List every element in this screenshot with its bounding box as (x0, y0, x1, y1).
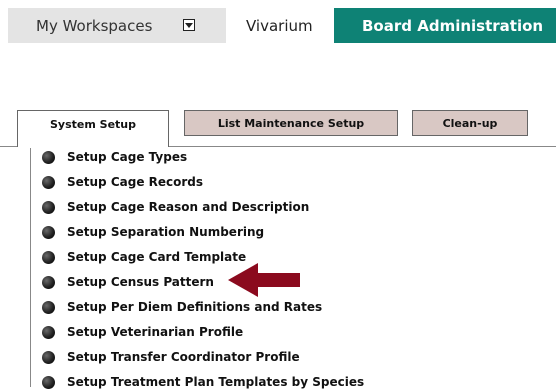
bullet-icon (42, 350, 55, 364)
bullet-icon (42, 275, 55, 289)
system-setup-list: Setup Cage Types Setup Cage Records Setu… (0, 147, 556, 389)
list-item-label: Setup Cage Reason and Description (67, 200, 310, 214)
top-navigation: My Workspaces Vivarium Board Administrat… (0, 0, 556, 46)
list-item-label: Setup Per Diem Definitions and Rates (67, 300, 323, 314)
list-item-setup-treatment-plan-templates[interactable]: Setup Treatment Plan Templates by Specie… (42, 372, 364, 392)
bullet-icon (42, 175, 55, 189)
list-item-setup-separation-numbering[interactable]: Setup Separation Numbering (42, 222, 264, 242)
list-item-label: Setup Cage Types (67, 150, 188, 164)
bullet-icon (42, 225, 55, 239)
list-item-label: Setup Separation Numbering (67, 225, 265, 239)
list-item-setup-cage-types[interactable]: Setup Cage Types (42, 147, 187, 167)
bullet-icon (42, 300, 55, 314)
left-arrow-icon (228, 263, 300, 297)
list-item-label: Setup Transfer Coordinator Profile (67, 350, 300, 364)
list-item-setup-census-pattern[interactable]: Setup Census Pattern (42, 272, 214, 292)
list-item-label: Setup Veterinarian Profile (67, 325, 244, 339)
list-border (30, 148, 31, 387)
tab-list-maintenance-setup-label: List Maintenance Setup (217, 116, 365, 130)
setup-tabs: System Setup List Maintenance Setup Clea… (0, 108, 556, 148)
arrow-shape (228, 263, 300, 297)
my-workspaces-label: My Workspaces (36, 16, 153, 35)
bullet-icon (42, 325, 55, 339)
list-item-setup-cage-reason[interactable]: Setup Cage Reason and Description (42, 197, 309, 217)
tab-clean-up[interactable]: Clean-up (412, 110, 528, 136)
tab-clean-up-label: Clean-up (442, 116, 498, 130)
board-administration-label: Board Administration (362, 16, 544, 35)
bullet-icon (42, 200, 55, 214)
list-item-setup-per-diem[interactable]: Setup Per Diem Definitions and Rates (42, 297, 322, 317)
bullet-icon (42, 250, 55, 264)
list-item-label: Setup Census Pattern (67, 275, 214, 289)
bullet-icon (42, 150, 55, 164)
list-item-label: Setup Cage Records (67, 175, 204, 189)
list-item-setup-veterinarian-profile[interactable]: Setup Veterinarian Profile (42, 322, 243, 342)
vivarium-label: Vivarium (246, 16, 313, 35)
my-workspaces-menu[interactable]: My Workspaces (8, 8, 226, 43)
tab-system-setup[interactable]: System Setup (17, 110, 169, 147)
dropdown-icon[interactable] (183, 19, 195, 31)
board-administration-tab[interactable]: Board Administration (334, 8, 556, 43)
vivarium-tab[interactable]: Vivarium (226, 8, 334, 43)
list-item-label: Setup Cage Card Template (67, 250, 247, 264)
list-item-setup-transfer-coordinator[interactable]: Setup Transfer Coordinator Profile (42, 347, 300, 367)
list-item-setup-cage-records[interactable]: Setup Cage Records (42, 172, 203, 192)
tab-system-setup-label: System Setup (50, 118, 136, 131)
list-item-setup-cage-card-template[interactable]: Setup Cage Card Template (42, 247, 246, 267)
tab-list-maintenance-setup[interactable]: List Maintenance Setup (184, 110, 398, 136)
